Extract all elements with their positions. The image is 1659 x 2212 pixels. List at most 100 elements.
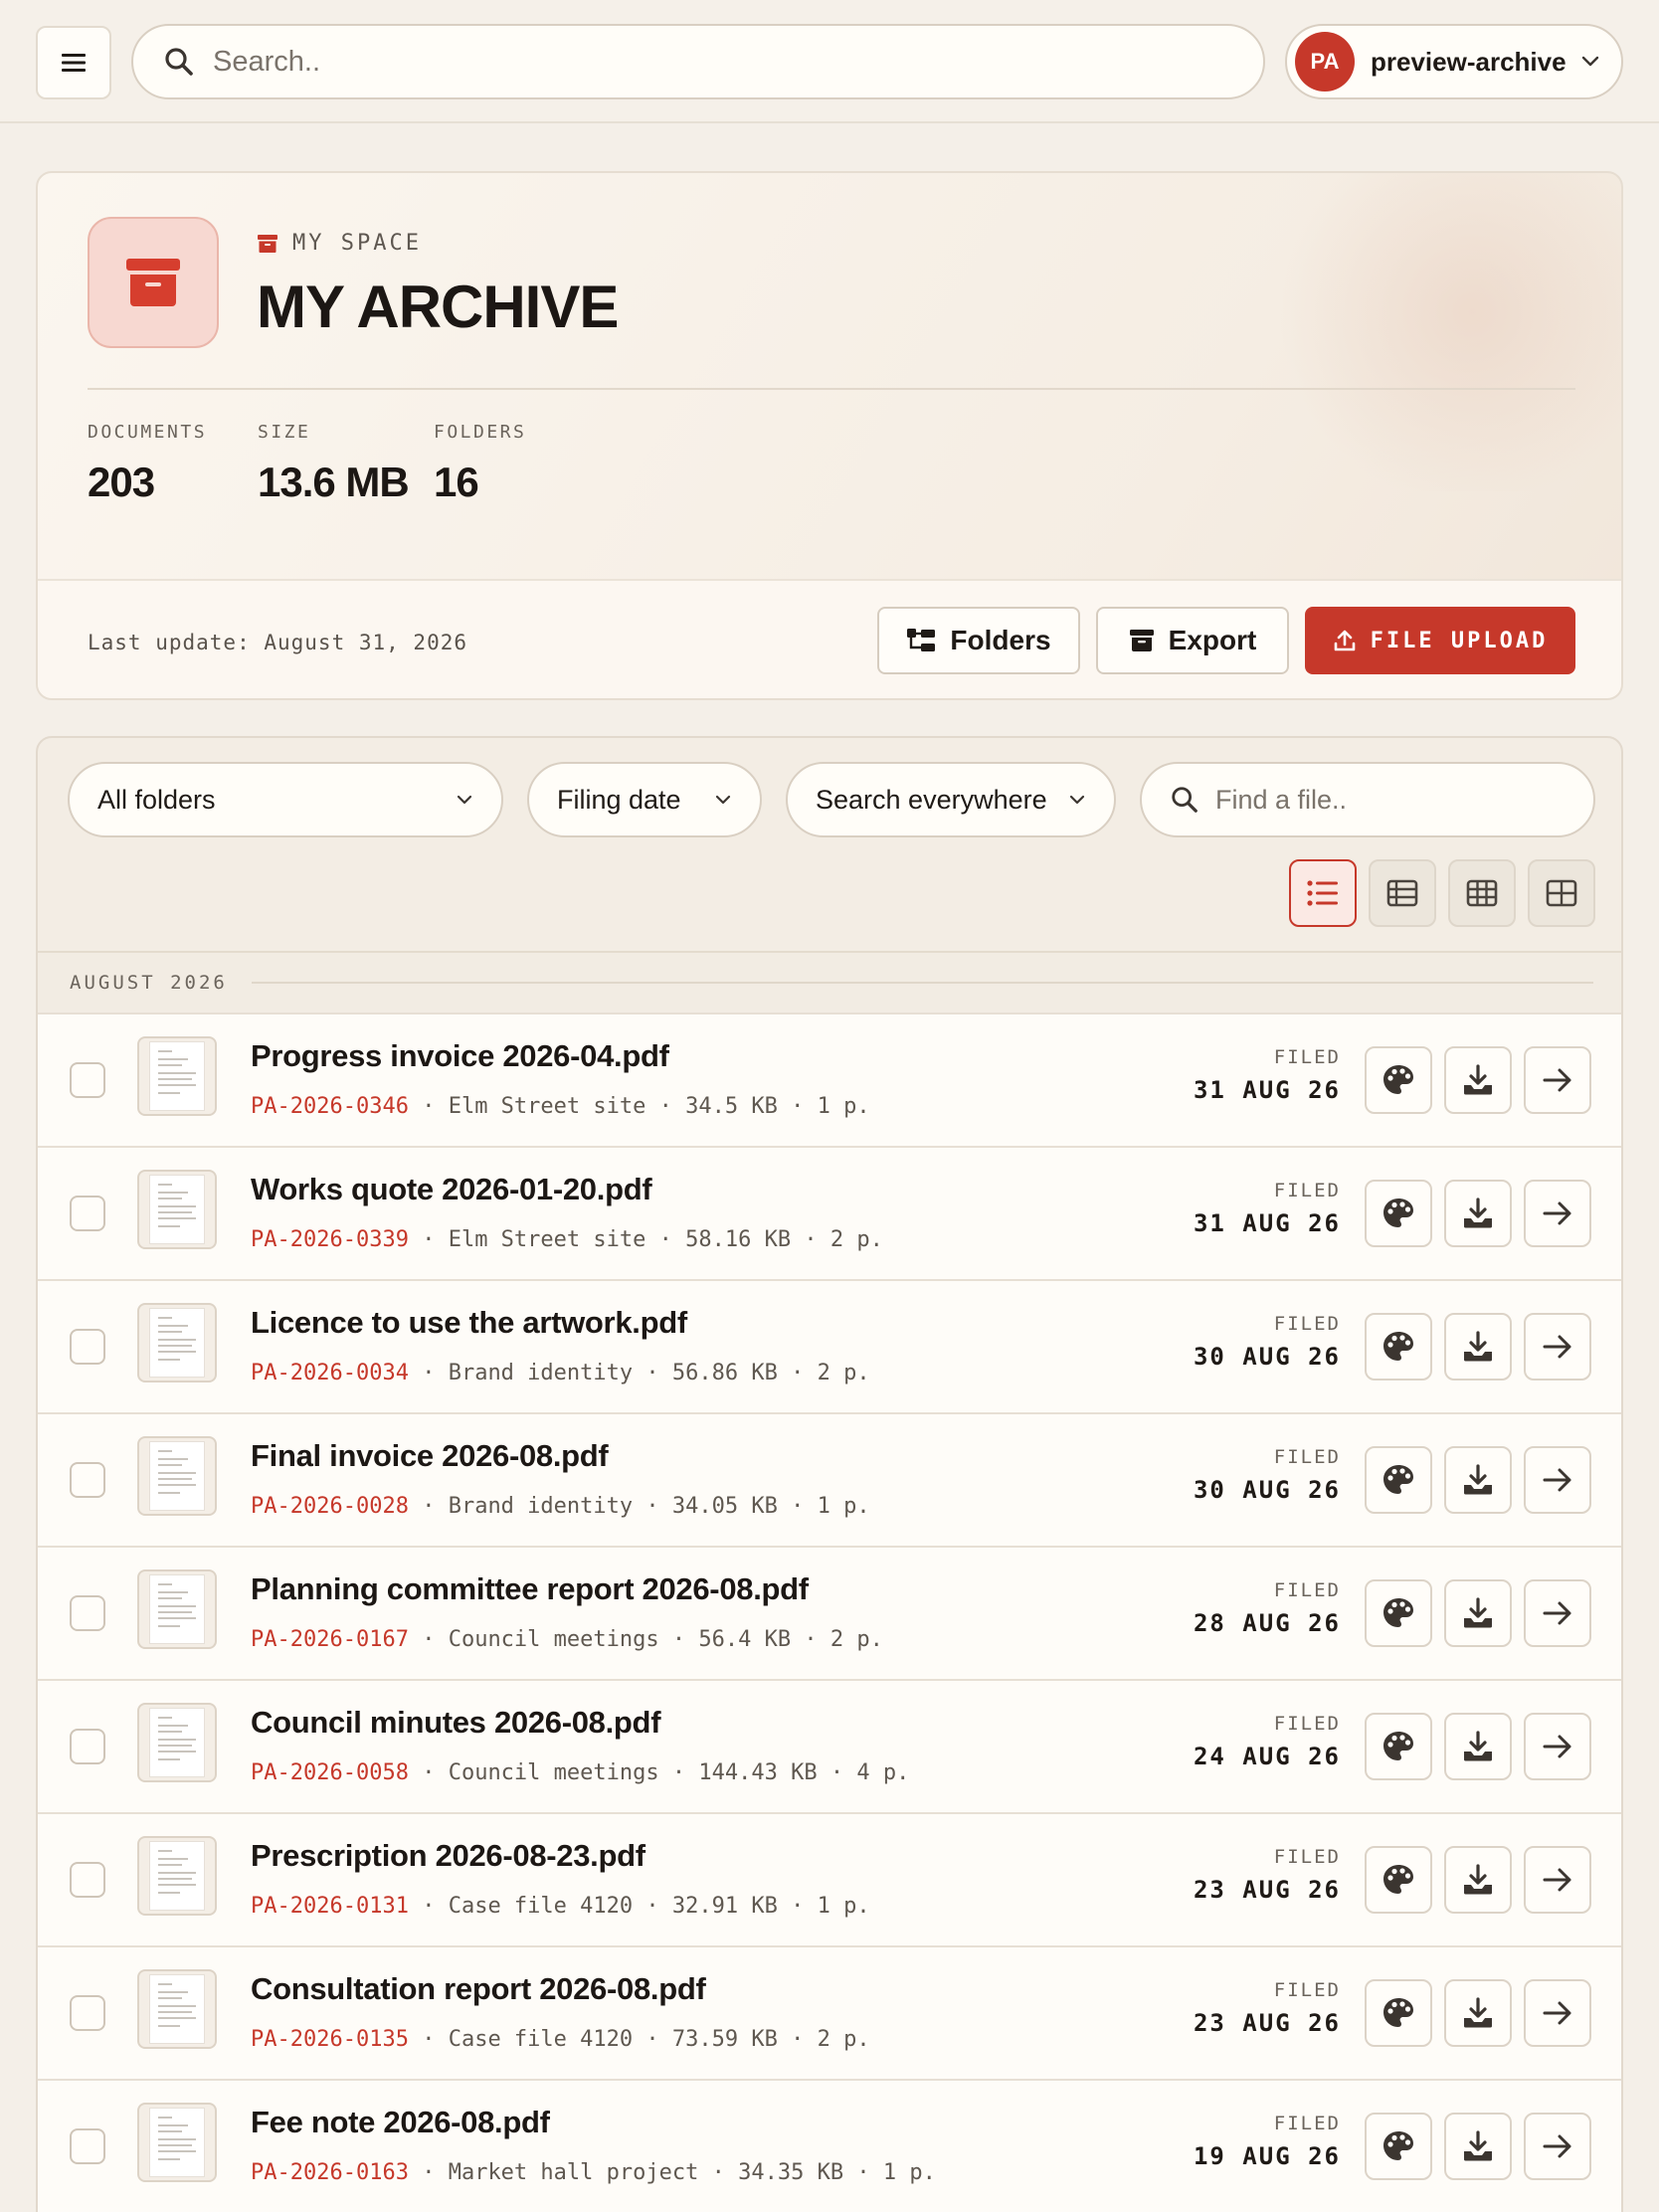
document-reference: PA-2026-0058	[251, 1760, 409, 1785]
row-checkbox[interactable]	[70, 1729, 105, 1764]
stat-size: SIZE 13.6 MB	[258, 422, 410, 506]
download-button[interactable]	[1444, 1046, 1512, 1114]
document-title[interactable]: Consultation report 2026-08.pdf	[251, 1971, 706, 2007]
arrow-right-icon	[1543, 2134, 1571, 2158]
file-upload-button[interactable]: FILE UPLOAD	[1305, 607, 1575, 674]
theme-button[interactable]	[1365, 1713, 1432, 1780]
theme-button[interactable]	[1365, 1846, 1432, 1914]
document-pages: 1 p.	[882, 2160, 936, 2185]
document-folder: Case file 4120	[448, 2027, 634, 2052]
document-row[interactable]: Progress invoice 2026-04.pdf PA-2026-034…	[38, 1013, 1621, 1146]
document-row[interactable]: Consultation report 2026-08.pdf PA-2026-…	[38, 1945, 1621, 2079]
document-row[interactable]: Planning committee report 2026-08.pdf PA…	[38, 1546, 1621, 1679]
document-title[interactable]: Final invoice 2026-08.pdf	[251, 1438, 609, 1474]
document-thumbnail[interactable]	[137, 1436, 217, 1516]
download-button[interactable]	[1444, 1979, 1512, 2047]
archive-small-icon	[258, 234, 277, 253]
page-line	[158, 1597, 182, 1599]
theme-button[interactable]	[1365, 1180, 1432, 1247]
document-reference: PA-2026-0135	[251, 2027, 409, 2052]
user-menu-button[interactable]: PA preview-archive	[1285, 24, 1623, 99]
document-thumbnail[interactable]	[137, 1303, 217, 1382]
filed-date-value: 30 AUG 26	[1193, 1343, 1341, 1371]
download-button[interactable]	[1444, 2113, 1512, 2180]
document-row[interactable]: Licence to use the artwork.pdf PA-2026-0…	[38, 1279, 1621, 1412]
theme-button[interactable]	[1365, 2113, 1432, 2180]
document-title[interactable]: Progress invoice 2026-04.pdf	[251, 1038, 669, 1074]
document-row[interactable]: Council minutes 2026-08.pdf PA-2026-0058…	[38, 1679, 1621, 1812]
document-row[interactable]: Final invoice 2026-08.pdf PA-2026-0028 ·…	[38, 1412, 1621, 1546]
download-button[interactable]	[1444, 1313, 1512, 1381]
scope-filter-select[interactable]: Search everywhere	[786, 762, 1116, 837]
row-checkbox[interactable]	[70, 1462, 105, 1498]
document-meta: PA-2026-0339 · Elm Street site · 58.16 K…	[251, 1227, 883, 1252]
document-row[interactable]: Works quote 2026-01-20.pdf PA-2026-0339 …	[38, 1146, 1621, 1279]
document-thumbnail[interactable]	[137, 1170, 217, 1249]
document-title[interactable]: Licence to use the artwork.pdf	[251, 1305, 687, 1341]
chevron-down-icon	[715, 795, 731, 805]
open-button[interactable]	[1524, 1979, 1591, 2047]
menu-button[interactable]	[36, 26, 111, 99]
view-grid-button[interactable]	[1528, 859, 1595, 927]
row-checkbox[interactable]	[70, 2128, 105, 2164]
view-list-button[interactable]	[1289, 859, 1357, 927]
view-rows-button[interactable]	[1369, 859, 1436, 927]
download-button[interactable]	[1444, 1579, 1512, 1647]
folders-button[interactable]: Folders	[877, 607, 1080, 674]
document-row[interactable]: Prescription 2026-08-23.pdf PA-2026-0131…	[38, 1812, 1621, 1945]
document-title[interactable]: Works quote 2026-01-20.pdf	[251, 1172, 652, 1207]
theme-button[interactable]	[1365, 1446, 1432, 1514]
document-reference: PA-2026-0167	[251, 1627, 409, 1652]
row-checkbox[interactable]	[70, 1196, 105, 1231]
open-button[interactable]	[1524, 2113, 1591, 2180]
download-icon	[1464, 2130, 1492, 2161]
table-rows-icon	[1386, 879, 1418, 907]
document-title[interactable]: Fee note 2026-08.pdf	[251, 2105, 550, 2140]
document-thumbnail[interactable]	[137, 1969, 217, 2049]
document-thumbnail[interactable]	[137, 1569, 217, 1649]
document-title[interactable]: Council minutes 2026-08.pdf	[251, 1705, 661, 1741]
open-button[interactable]	[1524, 1846, 1591, 1914]
date-filter-select[interactable]: Filing date	[527, 762, 762, 837]
download-icon	[1464, 1731, 1492, 1761]
filed-date-value: 24 AUG 26	[1193, 1743, 1341, 1770]
download-button[interactable]	[1444, 1713, 1512, 1780]
download-button[interactable]	[1444, 1846, 1512, 1914]
open-button[interactable]	[1524, 1579, 1591, 1647]
global-search-input[interactable]: Search..	[131, 24, 1265, 99]
row-checkbox[interactable]	[70, 1995, 105, 2031]
open-button[interactable]	[1524, 1313, 1591, 1381]
document-thumbnail[interactable]	[137, 1703, 217, 1782]
find-file-input[interactable]: Find a file..	[1140, 762, 1595, 837]
document-title[interactable]: Prescription 2026-08-23.pdf	[251, 1838, 645, 1874]
open-button[interactable]	[1524, 1046, 1591, 1114]
document-thumbnail[interactable]	[137, 1836, 217, 1916]
export-button[interactable]: Export	[1096, 607, 1289, 674]
find-file-placeholder: Find a file..	[1215, 784, 1348, 815]
page-preview	[149, 1175, 205, 1244]
open-button[interactable]	[1524, 1713, 1591, 1780]
download-button[interactable]	[1444, 1180, 1512, 1247]
open-button[interactable]	[1524, 1446, 1591, 1514]
theme-button[interactable]	[1365, 1979, 1432, 2047]
theme-button[interactable]	[1365, 1579, 1432, 1647]
download-button[interactable]	[1444, 1446, 1512, 1514]
row-checkbox[interactable]	[70, 1329, 105, 1365]
row-checkbox[interactable]	[70, 1595, 105, 1631]
document-row[interactable]: Fee note 2026-08.pdf PA-2026-0163 · Mark…	[38, 2079, 1621, 2212]
page-line	[158, 1625, 180, 1627]
page-line	[158, 1991, 188, 1993]
row-checkbox[interactable]	[70, 1062, 105, 1098]
document-title[interactable]: Planning committee report 2026-08.pdf	[251, 1571, 809, 1607]
file-upload-label: FILE UPLOAD	[1370, 628, 1549, 653]
document-thumbnail[interactable]	[137, 2103, 217, 2182]
view-table-button[interactable]	[1448, 859, 1516, 927]
palette-icon	[1383, 1465, 1413, 1494]
row-checkbox[interactable]	[70, 1862, 105, 1898]
open-button[interactable]	[1524, 1180, 1591, 1247]
folder-filter-select[interactable]: All folders	[68, 762, 503, 837]
theme-button[interactable]	[1365, 1313, 1432, 1381]
theme-button[interactable]	[1365, 1046, 1432, 1114]
document-thumbnail[interactable]	[137, 1036, 217, 1116]
export-button-label: Export	[1168, 625, 1257, 655]
